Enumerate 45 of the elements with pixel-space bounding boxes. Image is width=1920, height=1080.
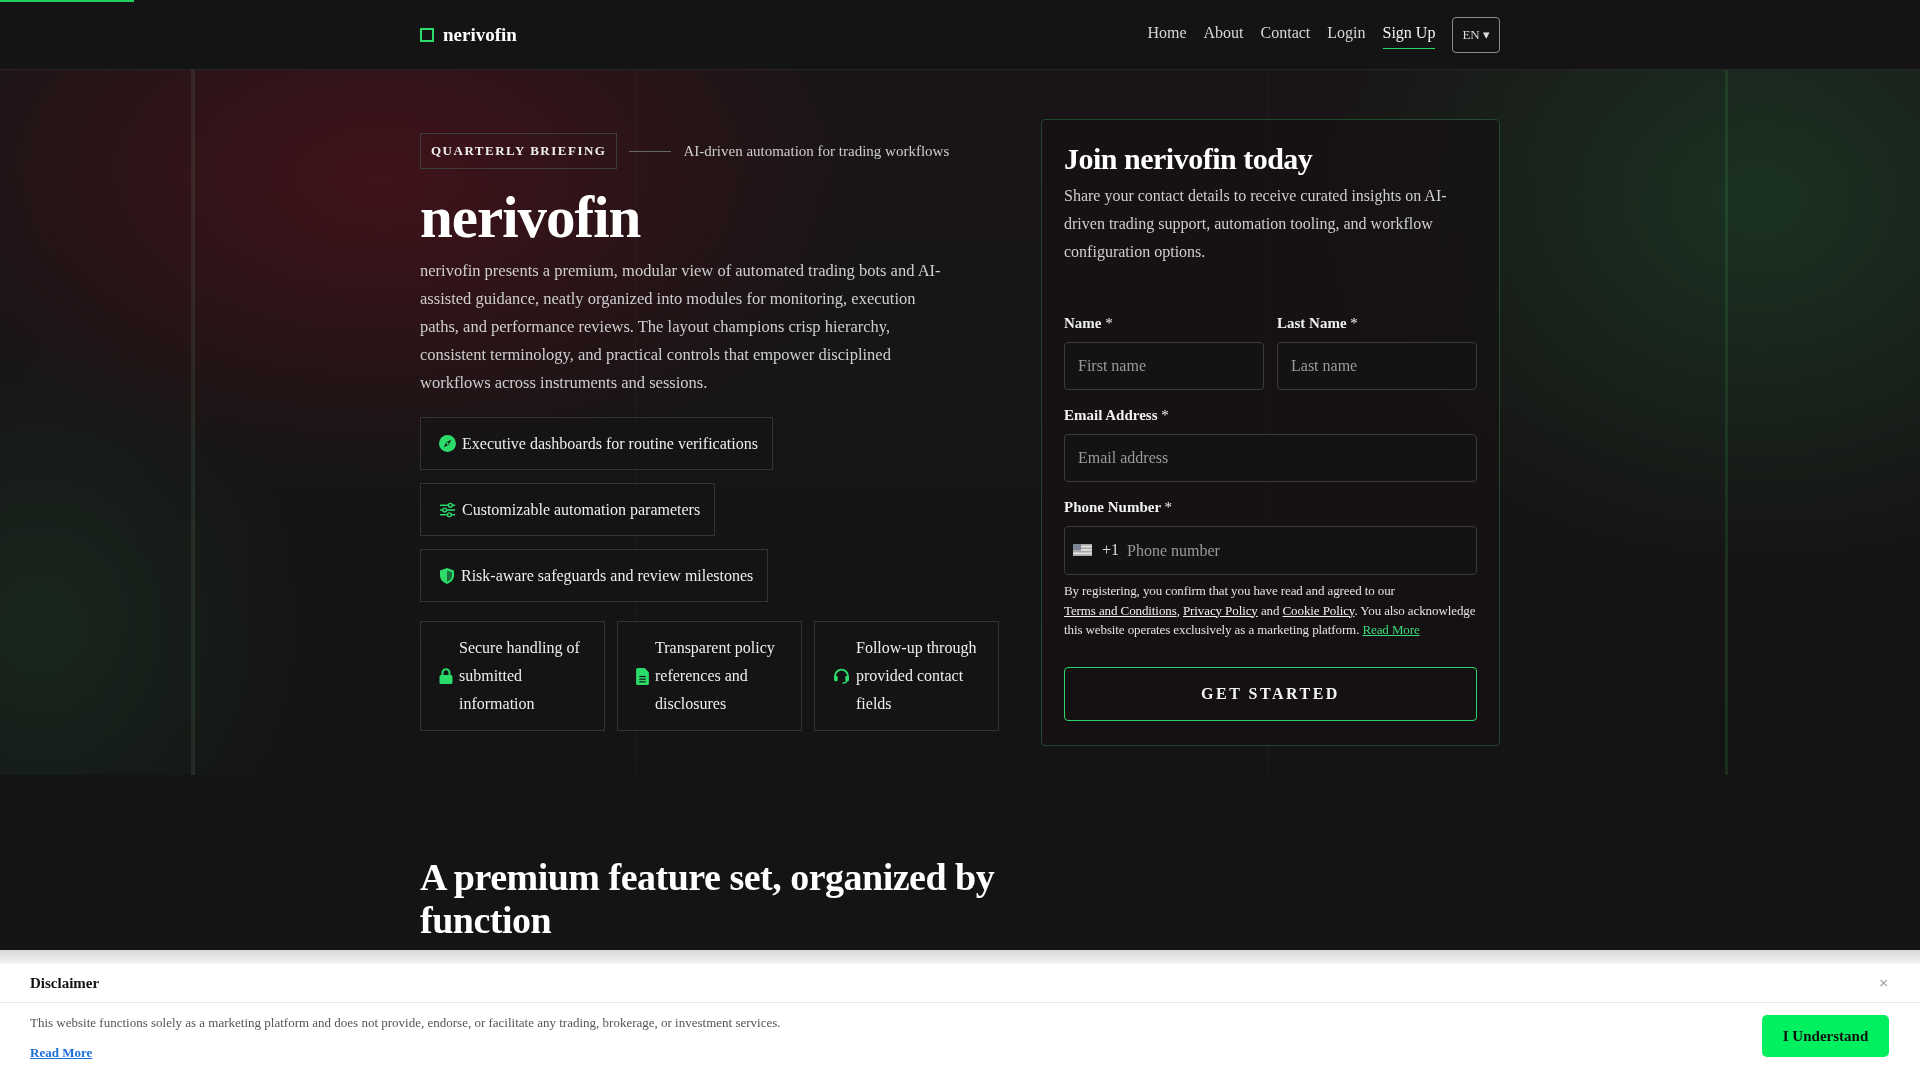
disclaimer-text: This website functions solely as a marketing platform and does not provide, endorse, or facilitate any trading, brokerage, or investment services. <box>30 1014 781 1032</box>
field-label: Phone Number * <box>1064 498 1174 517</box>
form-title: Join nerivofin today <box>1064 141 1314 177</box>
section-title: A premium feature set, organized by function <box>420 856 996 942</box>
consent-text: By registering, you confirm that you have read and agreed to our Terms and Conditions, Privacy Policy and Cookie Policy. You also acknowledge this website operates exclusively as a marketing platform. Read More <box>1064 582 1477 639</box>
get-started-button[interactable]: GET STARTED <box>1064 666 1477 721</box>
dial-code-text: +1 <box>1102 540 1120 560</box>
flag-icon <box>1073 544 1092 556</box>
form-description: Share your contact details to receive curated insights on AI-driven trading support, automation tooling, and workflow configuration options. <box>1064 186 1448 263</box>
document-icon <box>636 667 649 685</box>
hero-description: nerivofin presents a premium, modular view of automated trading bots and AI-assisted guidance, neatly organized into modules for monitoring, execution paths, and performance reviews. The layout champions crisp hierarchy, consistent terminology, and practical controls that empower disciplined workflows across instruments and sessions. <box>420 260 942 394</box>
card-text: Follow-up through provided contact fields <box>856 638 978 714</box>
square-icon <box>420 27 434 42</box>
feature-text: Risk-aware safeguards and review milestones <box>461 566 754 585</box>
compass-icon <box>439 435 456 452</box>
feature-text: Customizable automation parameters <box>462 500 701 519</box>
language-button[interactable]: EN ▾ <box>1452 16 1500 53</box>
policy-link[interactable]: Privacy Policy <box>1182 602 1258 618</box>
hero-title: nerivofin <box>420 186 641 248</box>
field-label: Name * <box>1064 314 1114 333</box>
shield-icon <box>439 566 455 585</box>
nav-link[interactable]: About <box>1203 20 1244 49</box>
nav-link[interactable]: Sign Up <box>1382 20 1436 49</box>
logo-link[interactable]: nerivofin <box>420 23 517 46</box>
sliders-icon <box>439 501 456 518</box>
read-more-link[interactable]: Read More <box>30 1044 93 1062</box>
field-label: Email Address * <box>1064 406 1170 425</box>
field-label: Last Name * <box>1277 314 1359 333</box>
read-more-link[interactable]: Read More <box>1362 622 1420 637</box>
briefing-badge: QUARTERLY BRIEFING <box>420 133 618 169</box>
understand-button[interactable]: I Understand <box>1762 1015 1889 1057</box>
tagline-text: AI-driven automation for trading workflows <box>683 142 950 160</box>
lock-icon <box>439 668 453 684</box>
nav-link[interactable]: Contact <box>1260 20 1311 49</box>
nav-link[interactable]: Login <box>1327 20 1366 49</box>
policy-link[interactable]: Terms and Conditions <box>1064 602 1177 618</box>
input-field[interactable]: First name <box>1064 342 1264 390</box>
input-field[interactable]: Email address <box>1064 434 1477 482</box>
input-field[interactable]: Last name <box>1277 342 1477 390</box>
headset-icon <box>833 668 850 684</box>
feature-text: Executive dashboards for routine verifications <box>462 434 758 453</box>
nav-link[interactable]: Home <box>1147 20 1187 49</box>
disclaimer-title: Disclaimer <box>30 974 100 992</box>
card-text: Secure handling of submitted information <box>459 638 581 714</box>
card-text: Transparent policy references and disclosures <box>655 638 776 714</box>
